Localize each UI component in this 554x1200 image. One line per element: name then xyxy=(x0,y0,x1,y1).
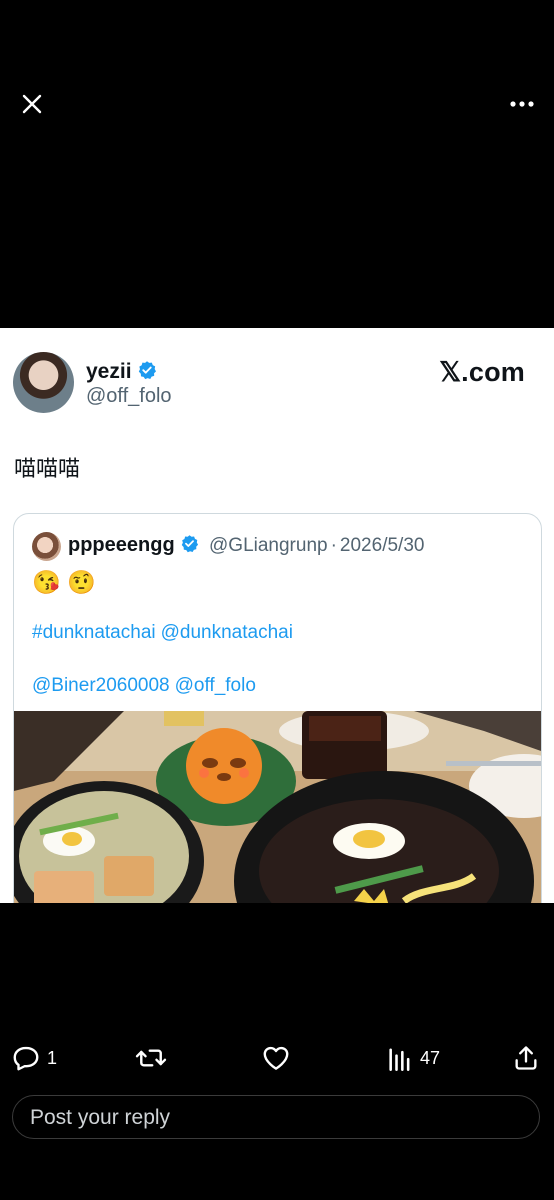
quote-photo[interactable] xyxy=(14,711,541,903)
avatar[interactable] xyxy=(13,352,74,413)
repost-button[interactable] xyxy=(134,1040,168,1076)
tweet-card[interactable]: yezii @off_folo 𝕏.com 喵喵喵 pppeeengg @GLi… xyxy=(0,328,554,903)
views-button[interactable]: 47 xyxy=(387,1040,440,1076)
share-button[interactable] xyxy=(512,1040,540,1076)
views-count: 47 xyxy=(420,1047,441,1068)
verified-badge-icon xyxy=(181,535,198,553)
like-button[interactable] xyxy=(261,1040,291,1076)
heart-icon xyxy=(263,1046,289,1070)
quote-tags-line-2: @Biner2060008 @off_folo xyxy=(32,675,256,697)
share-icon xyxy=(515,1046,537,1070)
quote-author-name-text: pppeeengg xyxy=(68,534,175,556)
reply-input[interactable] xyxy=(28,1096,527,1140)
reply-count: 1 xyxy=(47,1047,58,1068)
close-button[interactable] xyxy=(20,92,44,116)
action-bar: 1 47 xyxy=(0,1040,554,1076)
author-name: yezii xyxy=(86,360,157,384)
quote-tags-line-1: #dunknatachai @dunknatachai xyxy=(32,622,293,644)
quoted-tweet[interactable]: pppeeengg @GLiangrunp · 2026/5/30 😘 🤨 #dun… xyxy=(13,513,542,903)
quote-author-name: pppeeengg xyxy=(68,534,199,557)
views-chart-icon xyxy=(389,1048,410,1071)
brand-logo: 𝕏.com xyxy=(439,357,525,387)
hashtag-link[interactable]: #dunknatachai xyxy=(32,622,156,643)
quote-separator: · xyxy=(330,535,337,556)
quote-author-handle[interactable]: @GLiangrunp xyxy=(209,535,328,556)
quote-avatar[interactable] xyxy=(32,532,61,561)
more-icon xyxy=(510,101,534,107)
author-name-text: yezii xyxy=(86,360,132,383)
reply-box[interactable] xyxy=(12,1095,540,1140)
verified-badge-icon xyxy=(138,361,156,380)
repost-icon xyxy=(135,1049,167,1067)
quote-meta: @GLiangrunp · 2026/5/30 xyxy=(209,535,424,557)
tweet-text: 喵喵喵 xyxy=(14,456,81,481)
mention-link[interactable]: @Biner2060008 xyxy=(32,675,170,696)
more-button[interactable] xyxy=(508,93,536,115)
close-icon xyxy=(22,94,42,114)
reply-icon xyxy=(13,1046,39,1071)
quote-date[interactable]: 2026/5/30 xyxy=(340,535,425,556)
reply-button[interactable]: 1 xyxy=(11,1040,57,1076)
mention-link[interactable]: @dunknatachai xyxy=(161,622,293,643)
author-handle: @off_folo xyxy=(86,385,172,407)
mention-link[interactable]: @off_folo xyxy=(175,675,256,696)
quote-emojis: 😘 🤨 xyxy=(32,569,96,595)
